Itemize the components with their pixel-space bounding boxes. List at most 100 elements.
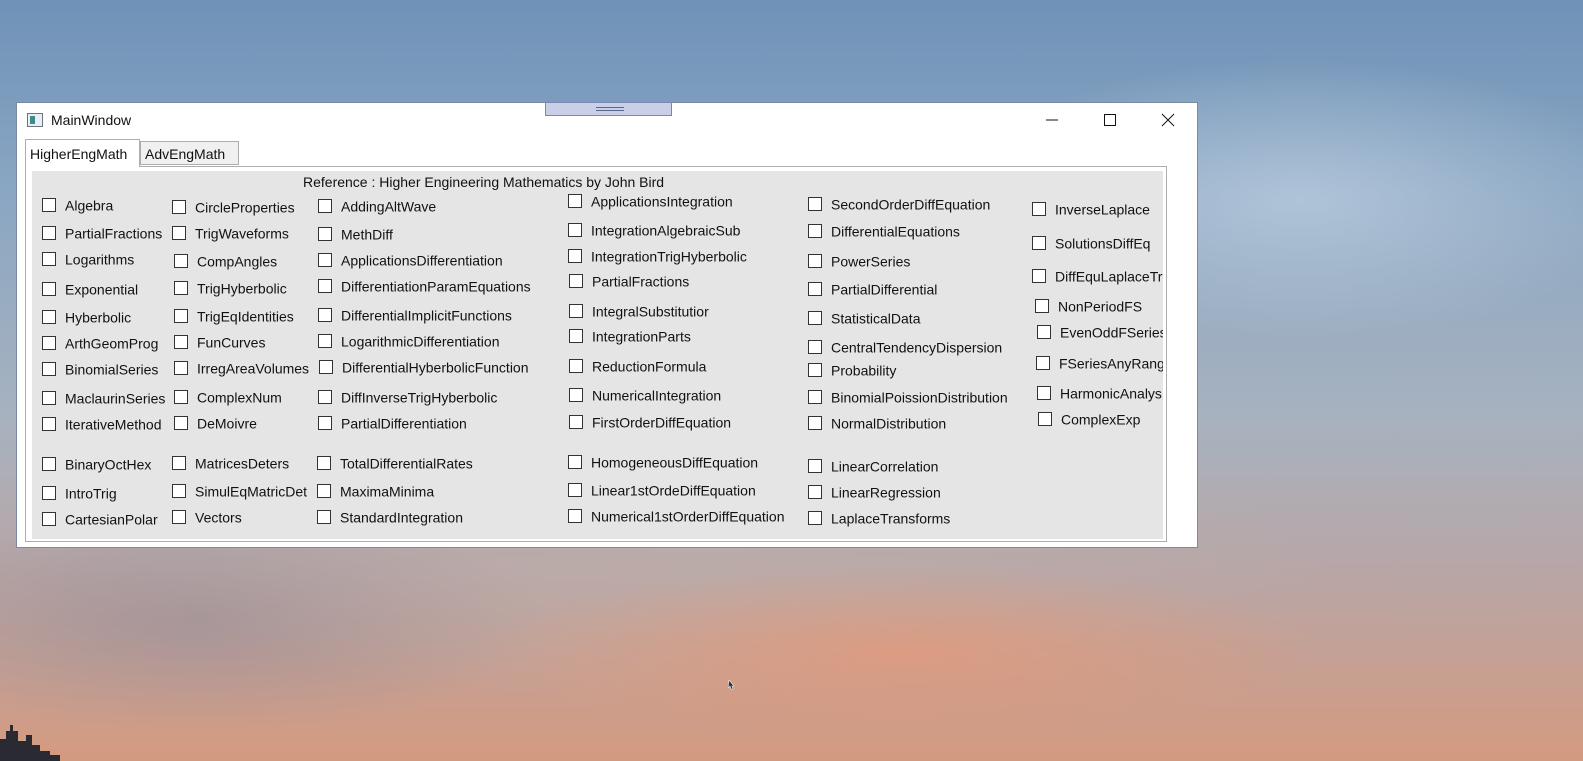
checkbox-vectors[interactable]: Vectors (172, 508, 242, 525)
checkbox-box[interactable] (42, 417, 56, 432)
checkbox-box[interactable] (42, 198, 56, 213)
checkbox-integration-parts[interactable]: IntegrationParts (569, 327, 691, 344)
checkbox-normal-distribution[interactable]: NormalDistribution (808, 414, 946, 431)
checkbox-box[interactable] (174, 335, 188, 350)
checkbox-logarithmic-differentiation[interactable]: LogarithmicDifferentiation (318, 332, 500, 349)
checkbox-box[interactable] (568, 249, 582, 264)
checkbox-power-series[interactable]: PowerSeries (808, 252, 910, 269)
checkbox-diff-inverse-trig-hyberbolic[interactable]: DiffInverseTrigHyberbolic (318, 388, 497, 405)
minimize-button[interactable] (1023, 103, 1081, 137)
checkbox-linear-1st-order-diff-equation[interactable]: Linear1stOrdeDiffEquation (568, 481, 756, 498)
checkbox-solutions-diff-eq[interactable]: SolutionsDiffEq (1032, 234, 1150, 251)
checkbox-box[interactable] (808, 254, 822, 269)
checkbox-box[interactable] (808, 416, 822, 431)
checkbox-box[interactable] (317, 456, 331, 471)
checkbox-fun-curves[interactable]: FunCurves (174, 333, 265, 350)
checkbox-binomial-poission-distribution[interactable]: BinomialPoissionDistribution (808, 388, 1008, 405)
checkbox-box[interactable] (318, 390, 332, 405)
checkbox-differential-hyberbolic-function[interactable]: DifferentialHyberbolicFunction (319, 358, 529, 375)
checkbox-box[interactable] (174, 309, 188, 324)
checkbox-box[interactable] (174, 254, 188, 269)
checkbox-box[interactable] (1037, 386, 1051, 401)
checkbox-box[interactable] (569, 415, 583, 430)
checkbox-arth-geom-prog[interactable]: ArthGeomProg (42, 334, 158, 351)
checkbox-statistical-data[interactable]: StatisticalData (808, 309, 920, 326)
checkbox-box[interactable] (1032, 269, 1046, 284)
checkbox-harmonic-analysis[interactable]: HarmonicAnalys (1037, 384, 1162, 401)
checkbox-box[interactable] (42, 252, 56, 267)
checkbox-box[interactable] (318, 308, 332, 323)
checkbox-partial-fractions-integration[interactable]: PartialFractions (569, 272, 689, 289)
checkbox-meth-diff[interactable]: MethDiff (318, 225, 393, 242)
checkbox-box[interactable] (568, 483, 582, 498)
checkbox-second-order-diff-equation[interactable]: SecondOrderDiffEquation (808, 195, 990, 212)
checkbox-logarithms[interactable]: Logarithms (42, 250, 134, 267)
checkbox-maxima-minima[interactable]: MaximaMinima (317, 482, 434, 499)
checkbox-partial-differential[interactable]: PartialDifferential (808, 280, 937, 297)
checkbox-first-order-diff-equation[interactable]: FirstOrderDiffEquation (569, 413, 731, 430)
checkbox-applications-differentiation[interactable]: ApplicationsDifferentiation (318, 251, 503, 268)
checkbox-box[interactable] (317, 510, 331, 525)
checkbox-box[interactable] (568, 509, 582, 524)
checkbox-homogeneous-diff-equation[interactable]: HomogeneousDiffEquation (568, 453, 758, 470)
checkbox-inverse-laplace[interactable]: InverseLaplace (1032, 200, 1150, 217)
checkbox-probability[interactable]: Probability (808, 361, 896, 378)
checkbox-hyberbolic[interactable]: Hyberbolic (42, 308, 131, 325)
checkbox-box[interactable] (172, 200, 186, 215)
checkbox-differential-equations[interactable]: DifferentialEquations (808, 222, 960, 239)
checkbox-box[interactable] (808, 311, 822, 326)
checkbox-linear-correlation[interactable]: LinearCorrelation (808, 457, 938, 474)
checkbox-maclaurin-series[interactable]: MaclaurinSeries (42, 389, 165, 406)
checkbox-box[interactable] (808, 459, 822, 474)
checkbox-de-moivre[interactable]: DeMoivre (174, 414, 257, 431)
checkbox-simul-eq-matric-det[interactable]: SimulEqMatricDet (172, 482, 307, 499)
checkbox-trig-eq-identities[interactable]: TrigEqIdentities (174, 307, 294, 324)
checkbox-box[interactable] (317, 484, 331, 499)
checkbox-numerical-1st-order-diff-equation[interactable]: Numerical1stOrderDiffEquation (568, 507, 785, 524)
checkbox-box[interactable] (318, 334, 332, 349)
checkbox-integration-trig-hyberbolic[interactable]: IntegrationTrigHyberbolic (568, 247, 747, 264)
checkbox-comp-angles[interactable]: CompAngles (174, 252, 277, 269)
checkbox-box[interactable] (808, 390, 822, 405)
checkbox-box[interactable] (808, 363, 822, 378)
checkbox-laplace-transforms[interactable]: LaplaceTransforms (808, 509, 950, 526)
checkbox-box[interactable] (808, 511, 822, 526)
checkbox-standard-integration[interactable]: StandardIntegration (317, 508, 463, 525)
checkbox-box[interactable] (569, 274, 583, 289)
checkbox-adding-alt-wave[interactable]: AddingAltWave (318, 197, 436, 214)
checkbox-box[interactable] (172, 484, 186, 499)
checkbox-integration-algebraic-sub[interactable]: IntegrationAlgebraicSub (568, 221, 740, 238)
checkbox-box[interactable] (172, 510, 186, 525)
checkbox-box[interactable] (174, 361, 188, 376)
checkbox-box[interactable] (568, 194, 582, 209)
checkbox-box[interactable] (42, 282, 56, 297)
checkbox-irreg-area-volumes[interactable]: IrregAreaVolumes (174, 359, 309, 376)
maximize-button[interactable] (1081, 103, 1139, 137)
checkbox-linear-regression[interactable]: LinearRegression (808, 483, 941, 500)
checkbox-matrices-deters[interactable]: MatricesDeters (172, 454, 289, 471)
checkbox-box[interactable] (42, 512, 56, 527)
checkbox-non-period-fs[interactable]: NonPeriodFS (1035, 297, 1142, 314)
checkbox-box[interactable] (319, 360, 333, 375)
close-button[interactable] (1139, 103, 1197, 137)
checkbox-cartesian-polar[interactable]: CartesianPolar (42, 510, 158, 527)
checkbox-box[interactable] (42, 336, 56, 351)
checkbox-box[interactable] (1032, 236, 1046, 251)
checkbox-box[interactable] (568, 455, 582, 470)
checkbox-box[interactable] (318, 227, 332, 242)
checkbox-box[interactable] (1036, 356, 1050, 371)
checkbox-box[interactable] (42, 310, 56, 325)
checkbox-fseries-any-range[interactable]: FSeriesAnyRang (1036, 354, 1163, 371)
checkbox-box[interactable] (172, 226, 186, 241)
checkbox-complex-num[interactable]: ComplexNum (174, 388, 282, 405)
checkbox-integral-substitution[interactable]: IntegralSubstitutior (569, 302, 709, 319)
checkbox-box[interactable] (1035, 299, 1049, 314)
checkbox-box[interactable] (318, 279, 332, 294)
checkbox-box[interactable] (808, 224, 822, 239)
checkbox-box[interactable] (42, 457, 56, 472)
checkbox-complex-exp[interactable]: ComplexExp (1038, 410, 1140, 427)
checkbox-binary-oct-hex[interactable]: BinaryOctHex (42, 455, 151, 472)
tab-adv-eng-math[interactable]: AdvEngMath (140, 141, 239, 165)
checkbox-box[interactable] (1032, 202, 1046, 217)
checkbox-box[interactable] (42, 226, 56, 241)
